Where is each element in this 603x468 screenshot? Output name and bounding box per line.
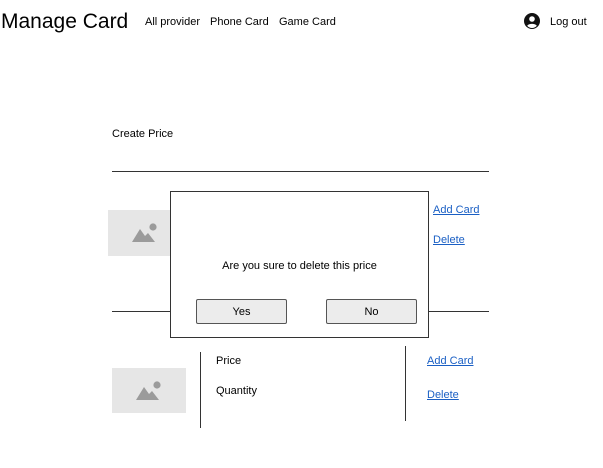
nav-game-card[interactable]: Game Card [279, 15, 336, 29]
delete-link-1[interactable]: Delete [433, 233, 465, 247]
create-price-link[interactable]: Create Price [112, 127, 173, 141]
quantity-label: Quantity [216, 385, 257, 397]
logout-link[interactable]: Log out [550, 15, 587, 29]
divider-top [112, 171, 489, 172]
no-button[interactable]: No [326, 299, 417, 324]
app-title: Manage Card [1, 10, 129, 33]
delete-link-2[interactable]: Delete [427, 388, 459, 402]
dialog-message: Are you sure to delete this price [222, 260, 377, 272]
user-circle-icon[interactable] [524, 13, 540, 29]
confirm-delete-dialog: Are you sure to delete this price Yes No [170, 191, 429, 338]
price-label: Price [216, 355, 242, 367]
card-image-2 [112, 368, 186, 413]
image-placeholder-icon [132, 223, 157, 242]
column-divider-right [405, 346, 406, 421]
add-card-link-2[interactable]: Add Card [427, 354, 473, 368]
nav-phone-card[interactable]: Phone Card [210, 15, 269, 29]
column-divider-left [200, 352, 201, 428]
image-placeholder-icon [136, 380, 161, 400]
add-card-link-1[interactable]: Add Card [433, 203, 479, 217]
nav-all-provider[interactable]: All provider [145, 15, 200, 29]
yes-button[interactable]: Yes [196, 299, 287, 324]
